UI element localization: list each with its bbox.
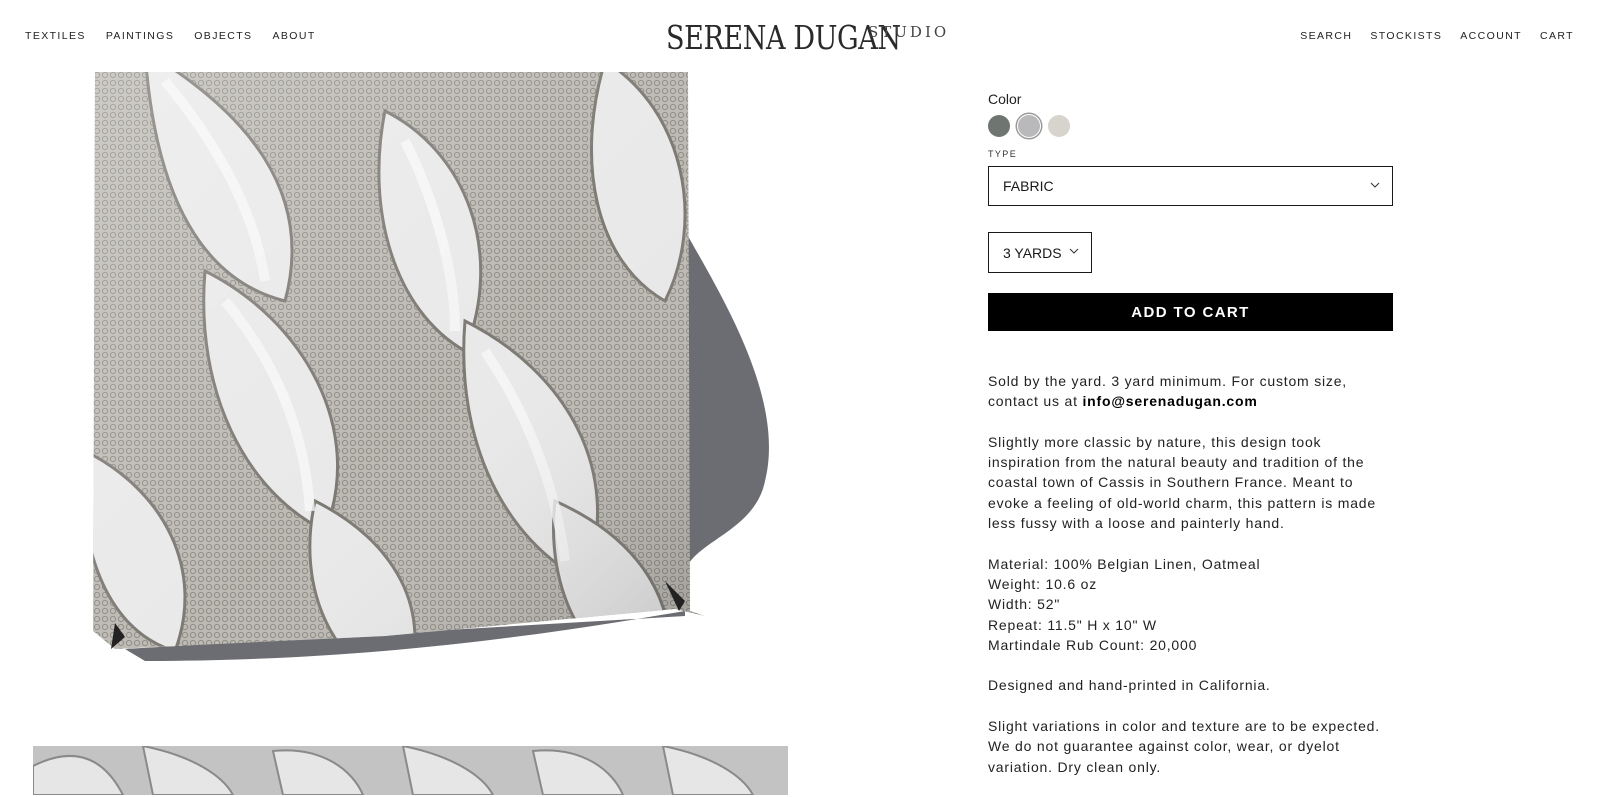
fabric-swatch-image xyxy=(93,71,769,661)
nav-objects[interactable]: OBJECTS xyxy=(194,30,252,42)
nav-paintings[interactable]: PAINTINGS xyxy=(106,30,174,42)
nav-search[interactable]: SEARCH xyxy=(1300,30,1352,42)
quantity-select[interactable]: 3 YARDS xyxy=(988,232,1092,273)
spec-rub-count: Martindale Rub Count: 20,000 xyxy=(988,636,1198,653)
origin-note: Designed and hand-printed in California. xyxy=(988,677,1271,694)
chevron-down-icon xyxy=(1370,182,1380,188)
nav-stockists[interactable]: STOCKISTS xyxy=(1370,30,1442,42)
sizing-note: Sold by the yard. 3 yard minimum. For cu… xyxy=(988,371,1398,412)
quantity-select-value: 3 YARDS xyxy=(1003,244,1062,261)
color-swatches xyxy=(988,115,1070,137)
utility-nav: SEARCH STOCKISTS ACCOUNT CART xyxy=(1282,30,1574,42)
spec-material: Material: 100% Belgian Linen, Oatmeal xyxy=(988,555,1261,572)
nav-account[interactable]: ACCOUNT xyxy=(1460,30,1522,42)
site-header: TEXTILES PAINTINGS OBJECTS ABOUT SERENA … xyxy=(0,0,1600,72)
logo-wordmark: SERENA DUGAN xyxy=(666,18,901,57)
product-image-main[interactable] xyxy=(85,71,795,685)
nav-cart[interactable]: CART xyxy=(1540,30,1574,42)
logo-studio: STUDIO xyxy=(868,23,950,41)
color-label: Color xyxy=(988,91,1022,107)
spec-weight: Weight: 10.6 oz xyxy=(988,575,1098,592)
swatch-oatmeal[interactable] xyxy=(1048,115,1070,137)
spec-repeat: Repeat: 11.5" H x 10" W xyxy=(988,616,1157,633)
swatch-charcoal[interactable] xyxy=(988,115,1010,137)
product-image-secondary[interactable] xyxy=(33,746,788,795)
fabric-pattern-image xyxy=(33,746,788,795)
type-label: TYPE xyxy=(988,149,1018,159)
product-description: Sold by the yard. 3 yard minimum. For cu… xyxy=(988,371,1398,797)
type-select-value: FABRIC xyxy=(1003,178,1054,194)
site-logo[interactable]: SERENA DUGAN STUDIO xyxy=(666,14,952,58)
primary-nav: TEXTILES PAINTINGS OBJECTS ABOUT xyxy=(25,30,336,42)
specifications: Material: 100% Belgian Linen, Oatmeal We… xyxy=(988,554,1398,655)
nav-about[interactable]: ABOUT xyxy=(272,30,315,42)
add-to-cart-button[interactable]: ADD TO CART xyxy=(988,293,1393,331)
care-note: Slight variations in color and texture a… xyxy=(988,718,1380,775)
nav-textiles[interactable]: TEXTILES xyxy=(25,30,86,42)
contact-email-link[interactable]: info@serenadugan.com xyxy=(1082,393,1257,409)
swatch-grey[interactable] xyxy=(1018,115,1040,137)
design-story: Slightly more classic by nature, this de… xyxy=(988,433,1376,532)
type-select[interactable]: FABRIC xyxy=(988,166,1393,206)
chevron-down-icon xyxy=(1069,248,1079,254)
spec-width: Width: 52" xyxy=(988,596,1061,613)
